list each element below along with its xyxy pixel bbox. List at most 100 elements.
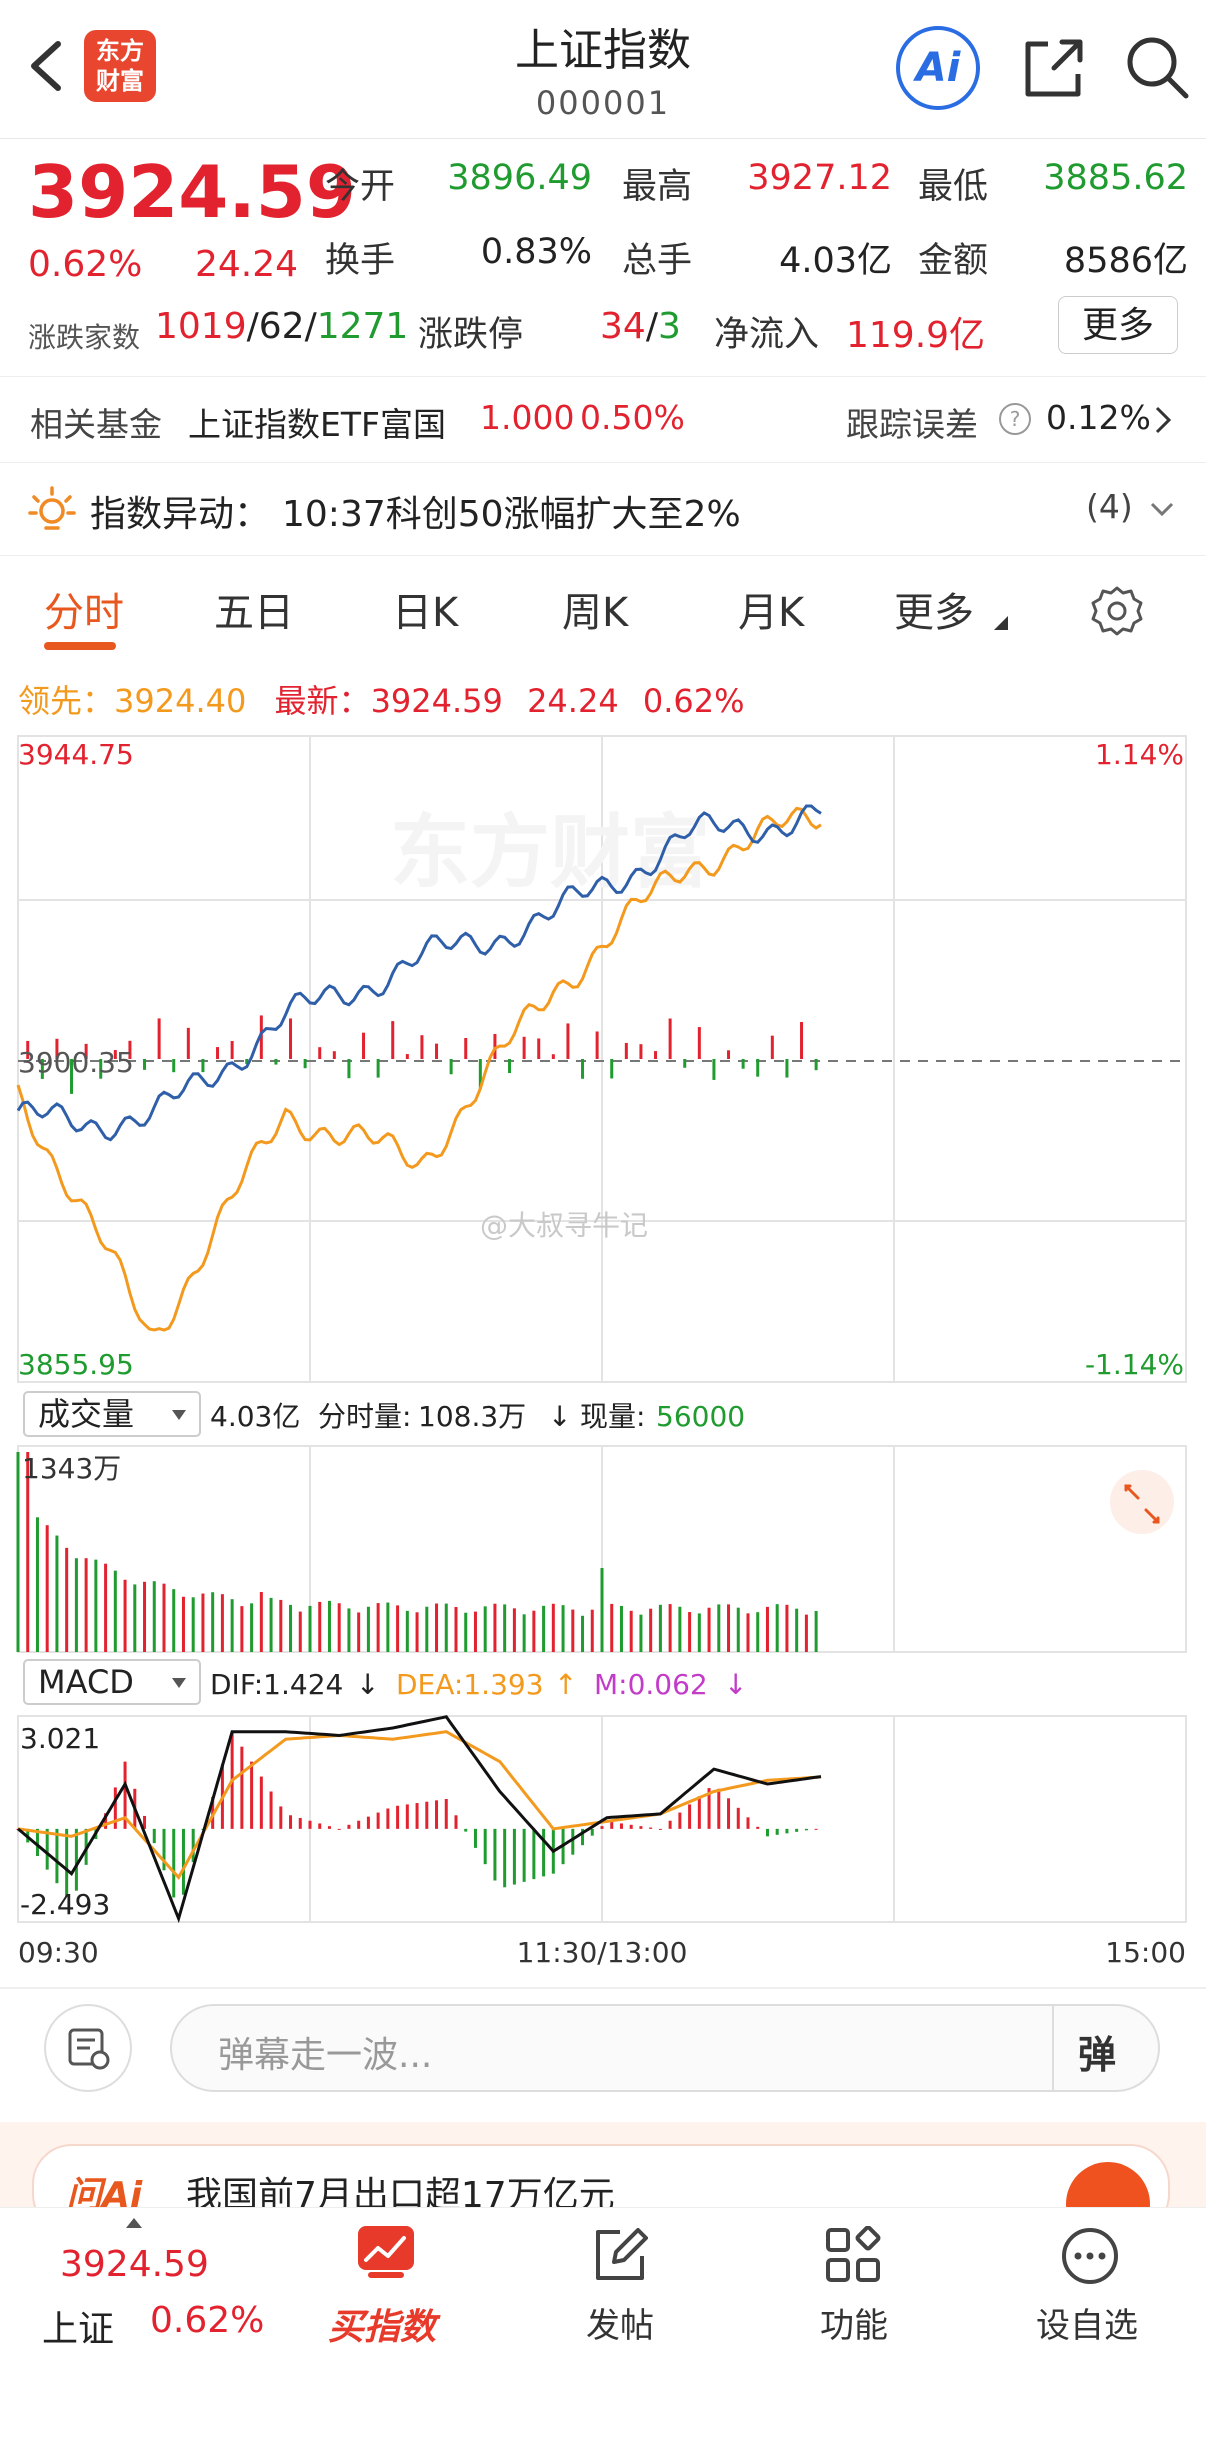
macd-bar [522,1828,526,1882]
advance-count: 1019 [155,306,247,347]
settings-gear-icon[interactable] [1090,584,1144,638]
fund-name[interactable]: 上证指数ETF富国 [188,398,446,446]
current-price: 3924.59 [28,150,356,234]
volume-bar [454,1606,458,1652]
macd-bar [464,1828,468,1832]
danmu-settings-button[interactable] [44,2004,132,2092]
price-volume-bars [26,1015,818,1094]
netflow-value: 119.9亿 [846,315,986,356]
macd-bar [571,1828,575,1855]
bottom-index-pct: 0.62% [150,2300,265,2341]
macd-bar [366,1816,370,1829]
volume-bar [532,1610,536,1652]
macd-bar [347,1824,351,1829]
amount-label: 金额 [918,241,989,281]
price-change-bar [201,1059,205,1073]
volume-bar [269,1597,273,1652]
more-quote-button[interactable]: 更多 [1058,296,1178,354]
price-change-bar [595,1031,599,1059]
price-change-bar [537,1038,541,1059]
bottom-index-price: 3924.59 [60,2244,209,2285]
tab-five-day[interactable]: 五日 [214,580,294,638]
y-axis-top: 3944.75 [18,738,134,771]
volume-selector[interactable]: 成交量 [38,1395,134,1433]
tracking-error-label: 跟踪误差 [846,405,978,444]
intraday-chart[interactable]: 东方财富 @大叔寻牛记 3944.75 3900.35 3855.95 1.14… [0,730,1206,1990]
volume-bar [16,1452,20,1652]
volume-bar [191,1597,195,1652]
danmu-toggle[interactable]: 弹 [1078,2024,1116,2079]
macd-bar [405,1804,409,1829]
price-change-bar [668,1018,672,1059]
volume-now-label: 现量: [580,1400,645,1433]
price-change-bar [362,1032,366,1059]
volume-bars [16,1452,818,1652]
volume-bar [94,1559,98,1652]
volume-bar [65,1547,69,1652]
macd-bar [444,1798,448,1829]
tab-intraday[interactable]: 分时 [44,580,124,638]
macd-bar [425,1801,429,1829]
price-change-bar [216,1047,220,1059]
edit-post-icon [596,2228,648,2280]
volume-bar [435,1603,439,1652]
price-change-bar [551,1054,555,1059]
volume-bar [590,1609,594,1652]
share-icon[interactable] [1018,34,1088,104]
volume-bar [45,1525,49,1652]
tab-monthly-k[interactable]: 月K [738,580,804,638]
volume-bar [619,1605,623,1652]
decline-count: 1271 [316,306,409,347]
price-change-bar [172,1059,176,1073]
volume-bar [259,1592,263,1652]
latest-value: 3924.59 [370,682,503,720]
ai-news-ticker[interactable]: 问Ai 我国前7月出口超17万亿元 [0,2122,1206,2207]
index-alert-row[interactable]: 指数异动 ： 10:37科创50涨幅扩大至2% (4) [0,463,1206,556]
index-alert-text: 10:37科创50涨幅扩大至2% [282,494,741,535]
danmu-input-bar: 弹幕走一波... 弹 [0,2000,1206,2092]
tab-more[interactable]: 更多 [894,580,974,638]
macd-bar [795,1828,799,1832]
macd-bar [298,1817,302,1829]
nav-function[interactable]: 功能 [794,2218,914,2358]
ai-assistant-button[interactable]: Ai [896,26,980,110]
tab-daily-k[interactable]: 日K [392,580,458,638]
nav-post[interactable]: 发帖 [560,2218,680,2358]
nav-function-label: 功能 [820,2306,888,2346]
price-change-bar [800,1021,804,1059]
volume-bar [35,1517,39,1652]
volume-bar [795,1608,799,1652]
nav-add-watchlist[interactable]: 设自选 [1026,2218,1156,2358]
danmu-input[interactable]: 弹幕走一波... 弹 [170,2004,1160,2092]
turnover-value: 0.83% [480,232,592,272]
y-axis-mid: 3900.35 [18,1046,134,1079]
price-change-bar [376,1059,380,1078]
volume-bar [337,1603,341,1652]
limit-value: 34/3 [600,306,681,347]
nav-buy-index[interactable]: 买指数 [312,2218,460,2358]
danmu-settings-icon [68,2028,110,2070]
price-change-bar [770,1035,774,1059]
tab-weekly-k[interactable]: 周K [562,580,628,638]
volume-bar [581,1615,585,1652]
open-value: 3896.49 [447,158,592,198]
help-icon[interactable]: ? [998,402,1032,436]
volume-bar [629,1610,633,1652]
macd-selector[interactable]: MACD [38,1663,134,1701]
volume-value: 4.03亿 [779,241,892,281]
expand-icon[interactable] [1110,1470,1174,1534]
search-icon[interactable] [1122,32,1192,102]
volume-bar [308,1605,312,1652]
volume-bar [658,1604,662,1652]
macd-bar [279,1806,283,1829]
limit-up-count: 34 [600,306,646,347]
related-fund-row[interactable]: 相关基金 上证指数ETF富国 1.000 0.50% 跟踪误差 ? 0.12% [0,378,1206,463]
volume-bar [775,1604,779,1652]
volume-bar [756,1612,760,1652]
chevron-down-icon[interactable] [1148,499,1176,519]
volume-bar [240,1606,244,1652]
price-change-bar [186,1027,190,1059]
price-change-bar [230,1041,234,1059]
volume-bar [386,1602,390,1652]
macd-bar [483,1828,487,1865]
